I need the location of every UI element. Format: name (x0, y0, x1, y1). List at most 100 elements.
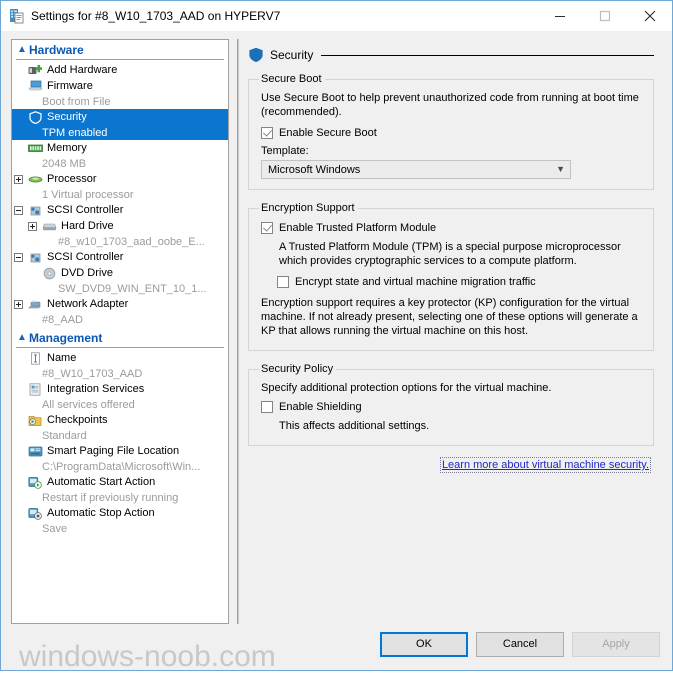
section-header-hardware[interactable]: ▲ Hardware (12, 41, 228, 58)
sidebar-item-processor[interactable]: Processor (12, 171, 228, 187)
ok-button[interactable]: OK (380, 631, 468, 657)
sidebar-item-scsi-controller-1[interactable]: SCSI Controller (12, 202, 228, 218)
scsi-controller-icon (27, 203, 43, 217)
sidebar-label: Automatic Start Action (47, 476, 156, 488)
sidebar-label: Memory (47, 142, 87, 154)
close-icon[interactable] (627, 1, 672, 31)
enable-shielding-checkbox[interactable] (261, 401, 273, 413)
enable-tpm-label: Enable Trusted Platform Module (279, 222, 437, 234)
learn-more-link[interactable]: Learn more about virtual machine securit… (439, 457, 652, 473)
panel-divider (238, 39, 239, 624)
window-title: Settings for #8_W10_1703_AAD on HYPERV7 (31, 9, 281, 23)
shield-icon (27, 110, 43, 124)
sidebar-label: Smart Paging File Location (47, 445, 180, 457)
sidebar-sublabel-auto-start: Restart if previously running (42, 491, 179, 504)
template-label: Template: (261, 145, 309, 157)
expander-minus-icon[interactable] (14, 252, 23, 262)
smart-paging-icon (27, 444, 43, 458)
enable-tpm-row[interactable]: Enable Trusted Platform Module (261, 222, 643, 234)
dvd-drive-icon (41, 266, 57, 280)
page-title: Security (270, 48, 314, 62)
sidebar-label: SCSI Controller (47, 204, 124, 216)
watermark: windows-noob.com (19, 640, 276, 673)
sidebar-label: SCSI Controller (47, 251, 124, 263)
encrypt-state-row[interactable]: Encrypt state and virtual machine migrat… (277, 276, 643, 288)
expander-plus-icon[interactable] (14, 299, 23, 309)
help-link-row: Learn more about virtual machine securit… (248, 457, 652, 473)
settings-content-panel: Security Secure Boot Use Secure Boot to … (237, 39, 662, 624)
auto-start-icon (27, 475, 43, 489)
page-header: Security (248, 47, 654, 63)
sidebar-item-checkpoints[interactable]: Checkpoints (12, 412, 228, 428)
chevron-down-icon: ▼ (556, 164, 565, 174)
enable-secure-boot-row[interactable]: Enable Secure Boot (261, 127, 643, 139)
tpm-description: A Trusted Platform Module (TPM) is a spe… (279, 241, 621, 267)
auto-stop-icon (27, 506, 43, 520)
sidebar-item-memory[interactable]: Memory (12, 140, 228, 156)
cancel-button[interactable]: Cancel (476, 631, 564, 657)
security-policy-legend: Security Policy (261, 363, 334, 375)
add-hardware-icon (27, 63, 43, 77)
sidebar-label: Integration Services (47, 383, 145, 395)
minimize-icon[interactable] (537, 1, 582, 31)
sidebar-item-dvd-drive[interactable]: DVD Drive (12, 265, 228, 281)
title-bar: Settings for #8_W10_1703_AAD on HYPERV7 (1, 1, 672, 31)
sidebar-sublabel-auto-stop: Save (42, 522, 68, 535)
sidebar-sublabel-network-adapter: #8_AAD (42, 313, 83, 326)
chevron-up-icon: ▲ (17, 43, 27, 55)
sidebar-item-firmware[interactable]: Firmware (12, 78, 228, 94)
template-dropdown[interactable]: Microsoft Windows ▼ (261, 160, 571, 179)
sidebar-item-automatic-stop-action[interactable]: Automatic Stop Action (12, 505, 228, 521)
enable-secure-boot-checkbox[interactable] (261, 127, 273, 139)
section-header-management[interactable]: ▲ Management (12, 329, 228, 346)
sidebar-sublabel-dvd-drive: SW_DVD9_WIN_ENT_10_1... (58, 282, 207, 295)
security-policy-description: Specify additional protection options fo… (261, 382, 552, 394)
sidebar-label: Firmware (47, 80, 93, 92)
integration-services-icon (27, 382, 43, 396)
expander-minus-icon[interactable] (14, 205, 23, 215)
sidebar-item-add-hardware[interactable]: Add Hardware (12, 62, 228, 78)
encryption-support-group: Encryption Support Enable Trusted Platfo… (248, 202, 654, 351)
sidebar-item-security[interactable]: Security (12, 109, 228, 125)
enable-secure-boot-label: Enable Secure Boot (279, 127, 377, 139)
dialog-body: ▲ Hardware Add Hardware Firmware Boot fr… (1, 31, 672, 624)
processor-icon (27, 172, 43, 186)
sidebar-item-hard-drive[interactable]: Hard Drive (12, 218, 228, 234)
encrypt-state-checkbox[interactable] (277, 276, 289, 288)
sidebar-item-network-adapter[interactable]: Network Adapter (12, 296, 228, 312)
maximize-icon[interactable] (582, 1, 627, 31)
sidebar-item-smart-paging-file-location[interactable]: Smart Paging File Location (12, 443, 228, 459)
sidebar-sublabel-integration-services: All services offered (42, 398, 135, 411)
enable-shielding-row[interactable]: Enable Shielding (261, 401, 643, 413)
secure-boot-group: Secure Boot Use Secure Boot to help prev… (248, 73, 654, 190)
sidebar-label: DVD Drive (61, 267, 113, 279)
template-value: Microsoft Windows (268, 163, 361, 176)
section-label-hardware: Hardware (29, 42, 84, 57)
chevron-up-icon: ▲ (17, 331, 27, 343)
sidebar-label: Processor (47, 173, 97, 185)
apply-button[interactable]: Apply (572, 631, 660, 657)
sidebar-sublabel-name: #8_W10_1703_AAD (42, 367, 143, 380)
expander-plus-icon[interactable] (28, 221, 37, 231)
sidebar-label: Hard Drive (61, 220, 114, 232)
expander-plus-icon[interactable] (14, 174, 23, 184)
settings-tree[interactable]: ▲ Hardware Add Hardware Firmware Boot fr… (11, 39, 229, 624)
header-rule (321, 54, 654, 56)
sidebar-label: Name (47, 352, 77, 364)
security-policy-group: Security Policy Specify additional prote… (248, 363, 654, 446)
encrypt-state-label: Encrypt state and virtual machine migrat… (295, 276, 536, 288)
enable-tpm-checkbox[interactable] (261, 222, 273, 234)
sidebar-item-automatic-start-action[interactable]: Automatic Start Action (12, 474, 228, 490)
sidebar-sublabel-processor: 1 Virtual processor (42, 188, 134, 201)
sidebar-sublabel-memory: 2048 MB (42, 157, 87, 170)
sidebar-item-name[interactable]: Name (12, 350, 228, 366)
hard-drive-icon (41, 219, 57, 233)
dialog-footer: windows-noob.com OK Cancel Apply (1, 624, 672, 673)
sidebar-item-integration-services[interactable]: Integration Services (12, 381, 228, 397)
settings-dialog: Settings for #8_W10_1703_AAD on HYPERV7 … (0, 0, 673, 673)
sidebar-item-scsi-controller-2[interactable]: SCSI Controller (12, 249, 228, 265)
secure-boot-description: Use Secure Boot to help prevent unauthor… (261, 92, 639, 118)
window-controls (537, 1, 672, 31)
shielding-note: This affects additional settings. (279, 420, 430, 432)
firmware-icon (27, 79, 43, 93)
